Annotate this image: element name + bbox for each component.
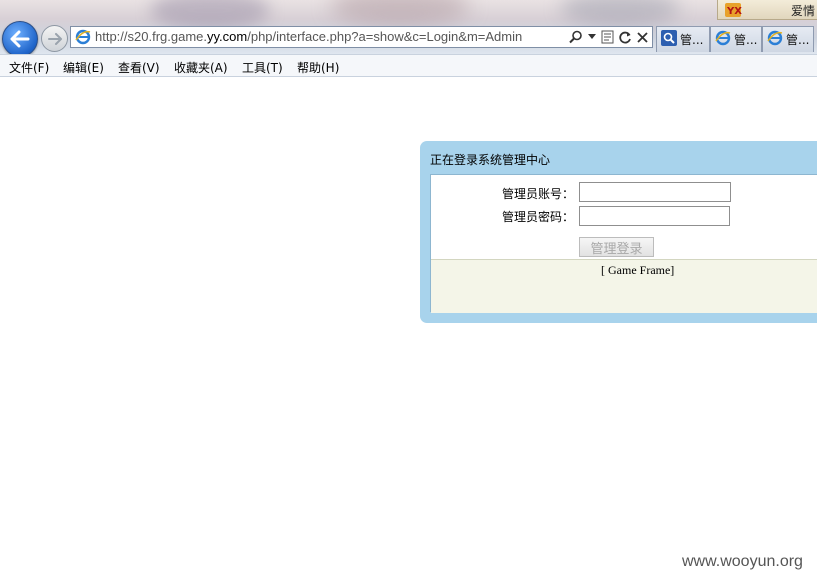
browser-tab[interactable]: 管... — [762, 26, 814, 52]
app-icon: YX — [724, 2, 742, 22]
compatibility-view-icon[interactable] — [601, 30, 614, 44]
menu-edit[interactable]: 编辑(E) — [63, 59, 104, 76]
menu-help[interactable]: 帮助(H) — [297, 59, 339, 76]
login-footer: [ Game Frame] — [431, 259, 817, 313]
svg-text:YX: YX — [726, 6, 742, 17]
chevron-down-icon[interactable] — [588, 34, 596, 40]
browser-tab[interactable]: 管... — [710, 26, 762, 52]
pinned-tab[interactable]: YX 爱情 — [717, 0, 817, 20]
arrow-right-icon — [47, 32, 62, 45]
browser-tab[interactable]: 管... — [656, 26, 710, 52]
login-title: 正在登录系统管理中心 — [430, 153, 551, 167]
back-button[interactable] — [2, 21, 38, 54]
menu-view[interactable]: 查看(V) — [118, 59, 160, 76]
tab-label: 管... — [786, 33, 810, 47]
account-input[interactable] — [579, 182, 731, 202]
pinned-tab-label: 爱情 — [791, 4, 816, 18]
watermark: www.wooyun.org — [682, 553, 803, 570]
menu-file[interactable]: 文件(F) — [9, 59, 49, 76]
tab-label: 管... — [680, 33, 704, 47]
address-bar[interactable]: http://s20.frg.game.yy.com/php/interface… — [70, 26, 653, 48]
password-input[interactable] — [579, 206, 730, 226]
stop-icon[interactable] — [637, 31, 648, 43]
ie-page-icon — [715, 30, 731, 49]
menu-favorites[interactable]: 收藏夹(A) — [174, 59, 228, 76]
login-panel: 正在登录系统管理中心 管理员账号： 管理员密码： 管理登录 [ Game Fra… — [420, 141, 817, 323]
address-url[interactable]: http://s20.frg.game.yy.com/php/interface… — [95, 29, 522, 44]
game-frame-text: [ Game Frame] — [601, 263, 675, 277]
arrow-left-icon — [10, 30, 30, 48]
ie-page-icon — [767, 30, 783, 49]
login-button[interactable]: 管理登录 — [579, 237, 654, 257]
search-icon — [661, 30, 677, 49]
tab-label: 管... — [734, 33, 758, 47]
search-icon[interactable] — [569, 30, 583, 44]
ie-page-icon — [75, 29, 91, 49]
forward-button[interactable] — [41, 25, 68, 52]
refresh-icon[interactable] — [619, 31, 632, 44]
menu-bar: 文件(F) 编辑(E) 查看(V) 收藏夹(A) 工具(T) 帮助(H) — [0, 54, 817, 77]
account-label: 管理员账号： — [502, 187, 575, 201]
browser-toolbar: YX 爱情 http://s20.frg.game.yy.com/php/int… — [0, 0, 817, 54]
password-label: 管理员密码： — [502, 210, 575, 224]
menu-tools[interactable]: 工具(T) — [242, 59, 283, 76]
login-form: 管理员账号： 管理员密码： 管理登录 [ Game Frame] — [430, 174, 817, 313]
